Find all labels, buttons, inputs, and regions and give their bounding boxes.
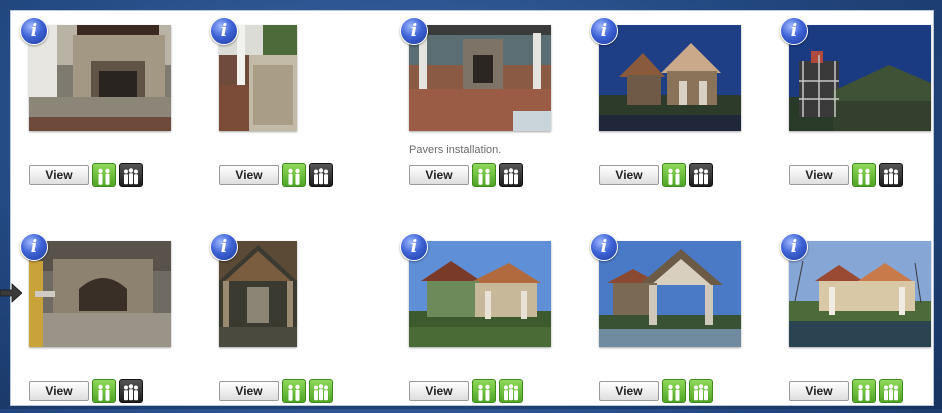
people-icon[interactable] [852,379,876,403]
people-icon[interactable] [662,163,686,187]
people-icon[interactable] [852,163,876,187]
item-actions: View [789,163,903,187]
item-caption: Pavers installation. [409,144,502,156]
people-icon[interactable] [282,379,306,403]
gallery-item: i View [780,233,942,413]
group-icon[interactable] [309,379,333,403]
people-icon[interactable] [92,379,116,403]
view-button[interactable]: View [599,381,659,401]
arrow-right-icon[interactable] [0,283,22,303]
info-icon[interactable]: i [20,17,48,45]
info-icon[interactable]: i [400,233,428,261]
item-actions: View [219,379,333,403]
item-actions: View [599,379,713,403]
view-button[interactable]: View [409,381,469,401]
people-icon[interactable] [92,163,116,187]
item-actions: View [29,379,143,403]
info-icon[interactable]: i [210,233,238,261]
gallery-item: i View [590,17,761,197]
info-icon[interactable]: i [210,17,238,45]
people-icon[interactable] [282,163,306,187]
info-icon[interactable]: i [780,17,808,45]
group-icon[interactable] [879,163,903,187]
info-icon[interactable]: i [780,233,808,261]
gallery-item: i View [210,233,381,413]
info-icon[interactable]: i [590,233,618,261]
view-button[interactable]: View [219,165,279,185]
item-actions: View [29,163,143,187]
pavilion-pavers-thumbnail[interactable] [409,25,551,131]
info-icon[interactable]: i [590,17,618,45]
item-actions: View [409,163,523,187]
view-button[interactable]: View [29,381,89,401]
gallery-item: i View [20,233,191,413]
gallery-item: i Pavers installation. View [400,17,571,197]
view-button[interactable]: View [29,165,89,185]
gallery-item: i View [780,17,942,197]
group-icon[interactable] [309,163,333,187]
view-button[interactable]: View [599,165,659,185]
item-actions: View [789,379,903,403]
people-icon[interactable] [472,379,496,403]
pavilion-pool-thumbnail[interactable] [789,241,931,347]
view-button[interactable]: View [789,381,849,401]
group-icon[interactable] [119,379,143,403]
brick-oven-thumbnail[interactable] [29,241,171,347]
view-button[interactable]: View [409,165,469,185]
info-icon[interactable]: i [400,17,428,45]
pavilion-framing-thumbnail[interactable] [599,25,741,131]
gallery-item: i View [210,17,381,197]
item-actions: View [219,163,333,187]
gallery-panel: i View i View i Pavers installation. Vie… [10,10,934,406]
item-actions: View [409,379,523,403]
group-icon[interactable] [879,379,903,403]
info-icon[interactable]: i [20,233,48,261]
pavilion-lawn-thumbnail[interactable] [409,241,551,347]
view-button[interactable]: View [219,381,279,401]
group-icon[interactable] [499,379,523,403]
view-button[interactable]: View [789,165,849,185]
group-icon[interactable] [499,163,523,187]
roof-scaffold-thumbnail[interactable] [789,25,931,131]
group-icon[interactable] [119,163,143,187]
item-actions: View [599,163,713,187]
gallery-item: i View [590,233,761,413]
group-icon[interactable] [689,163,713,187]
gallery-item: i View [400,233,571,413]
pavilion-gable-thumbnail[interactable] [599,241,741,347]
people-icon[interactable] [662,379,686,403]
people-icon[interactable] [472,163,496,187]
group-icon[interactable] [689,379,713,403]
gallery-item: i View [20,17,191,197]
stone-fireplace-thumbnail[interactable] [29,25,171,131]
